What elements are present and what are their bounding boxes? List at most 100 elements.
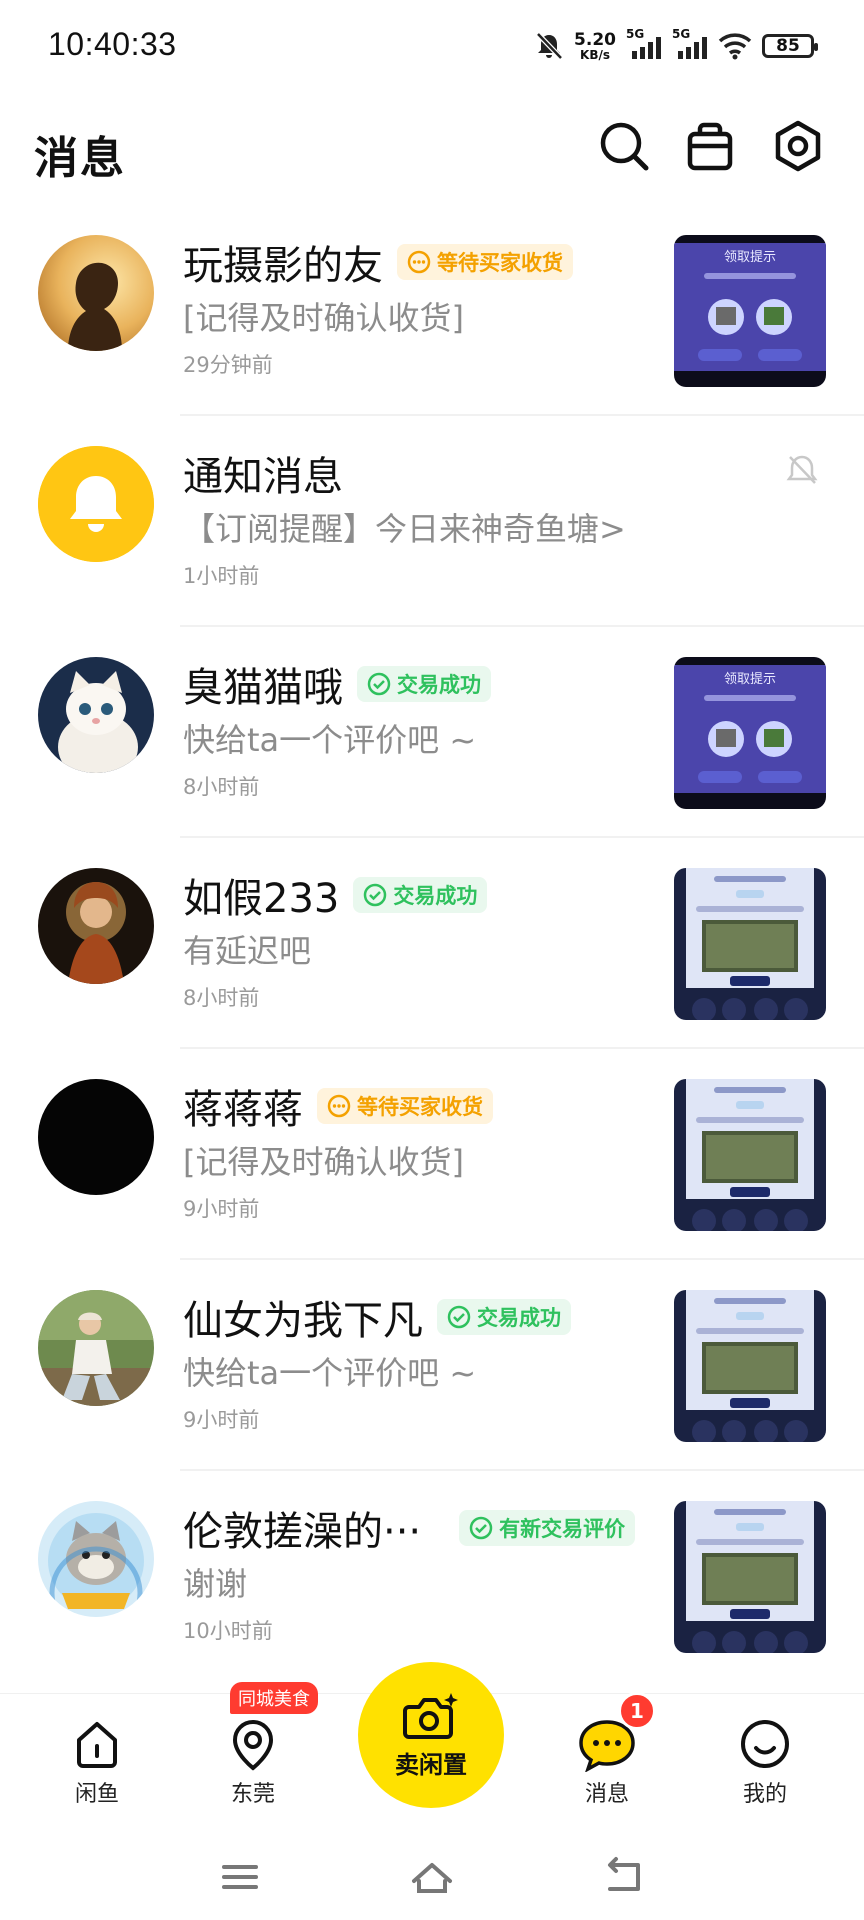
tab-me[interactable]: 我的 [710, 1716, 820, 1808]
message-preview: 【订阅提醒】今日来神奇鱼塘> [183, 510, 626, 548]
name-line: 通知消息 [183, 444, 343, 502]
signal-icon-2: 5G [672, 27, 708, 61]
check-circle-icon [447, 1305, 471, 1329]
bottom-tab-bar: 闲鱼 东莞 同城美食 卖闲置 消息 1 我的 [0, 1662, 864, 1834]
item-thumbnail[interactable]: 领取提示 [674, 235, 826, 387]
status-badge-label: 有新交易评价 [499, 1517, 626, 1541]
signal-label-2: 5G [672, 27, 691, 41]
status-badge-label: 交易成功 [477, 1306, 561, 1330]
conversation-item[interactable]: 玩摄影的友 等待买家收货 [记得及时确认收货] 29分钟前 领取提示 [0, 205, 864, 416]
message-preview: 快给ta一个评价吧 ~ [183, 1354, 477, 1392]
contact-name: 蒋蒋蒋 [183, 1087, 303, 1133]
tab-home-label: 闲鱼 [74, 1782, 119, 1807]
conversation-item[interactable]: 通知消息 【订阅提醒】今日来神奇鱼塘> 1小时前 [0, 416, 864, 627]
status-badge: 交易成功 [357, 666, 491, 702]
smile-face-icon [741, 1720, 789, 1768]
contact-name: 臭猫猫哦 [183, 665, 343, 711]
message-time: 9小时前 [183, 1408, 260, 1432]
sell-button-label: 卖闲置 [395, 1750, 467, 1779]
name-line: 蒋蒋蒋 等待买家收货 [183, 1077, 493, 1135]
settings-icon[interactable] [770, 118, 826, 174]
battery-icon: 85 [762, 34, 818, 58]
thumb-title: 领取提示 [724, 249, 776, 265]
avatar[interactable] [38, 446, 154, 562]
check-circle-icon [364, 883, 387, 907]
message-preview: 快给ta一个评价吧 ~ [183, 721, 477, 759]
back-icon[interactable] [594, 1847, 654, 1907]
check-circle-icon [367, 672, 391, 696]
conversation-item[interactable]: 如假233 交易成功 有延迟吧 8小时前 [0, 838, 864, 1049]
message-time: 1小时前 [183, 564, 260, 588]
status-badge: 交易成功 [437, 1299, 571, 1335]
check-circle-icon [469, 1516, 493, 1540]
conversation-item[interactable]: 臭猫猫哦 交易成功 快给ta一个评价吧 ~ 8小时前 领取提示 [0, 627, 864, 838]
system-nav-bar [0, 1833, 864, 1920]
conversation-item[interactable]: 伦敦搓澡的··· 有新交易评价 谢谢 10小时前 [0, 1471, 864, 1682]
message-time: 10小时前 [183, 1619, 273, 1643]
message-time: 9小时前 [183, 1197, 260, 1221]
status-badge: 交易成功 [353, 877, 488, 913]
avatar[interactable] [38, 657, 154, 773]
conversation-item[interactable]: 蒋蒋蒋 等待买家收货 [记得及时确认收货] 9小时前 [0, 1049, 864, 1260]
location-pin-icon [232, 1719, 274, 1771]
tab-local-label: 东莞 [230, 1782, 275, 1807]
item-thumbnail[interactable] [674, 868, 826, 1020]
status-badge-label: 交易成功 [397, 673, 481, 697]
conversation-item[interactable]: 仙女为我下凡 交易成功 快给ta一个评价吧 ~ 9小时前 [0, 1260, 864, 1471]
search-icon[interactable] [596, 118, 652, 174]
header: 消息 [0, 100, 864, 200]
tab-messages[interactable]: 消息 [552, 1716, 662, 1808]
conversation-list: 玩摄影的友 等待买家收货 [记得及时确认收货] 29分钟前 领取提示 通知消息 … [0, 205, 864, 1682]
status-badge-label: 等待买家收货 [357, 1095, 483, 1119]
home-nav-icon[interactable] [402, 1847, 462, 1907]
camera-sparkle-icon [403, 1692, 458, 1739]
tab-home[interactable]: 闲鱼 [42, 1716, 152, 1808]
menu-icon[interactable] [210, 1847, 270, 1907]
status-bar: 10:40:33 5.20 KB/s 5G 5G 85 [0, 0, 864, 100]
avatar[interactable] [38, 1079, 154, 1195]
status-badge: 有新交易评价 [459, 1510, 636, 1546]
mute-notification-icon [786, 455, 818, 484]
local-promo-badge[interactable]: 同城美食 [230, 1682, 318, 1714]
status-badge: 等待买家收货 [397, 244, 573, 280]
message-preview: [记得及时确认收货] [183, 299, 464, 337]
name-line: 玩摄影的友 等待买家收货 [183, 233, 573, 291]
item-thumbnail[interactable] [674, 1501, 826, 1653]
message-time: 8小时前 [183, 775, 260, 799]
page-title: 消息 [34, 133, 126, 184]
status-badge-label: 交易成功 [393, 884, 478, 908]
avatar[interactable] [38, 868, 154, 984]
message-time: 29分钟前 [183, 353, 273, 377]
message-preview: [记得及时确认收货] [183, 1143, 464, 1181]
unread-count-badge: 1 [618, 1692, 656, 1730]
message-preview: 有延迟吧 [183, 932, 312, 970]
item-thumbnail[interactable]: 领取提示 [674, 657, 826, 809]
shop-bag-icon[interactable] [682, 118, 738, 174]
net-speed-unit: KB/s [580, 47, 611, 62]
contact-name: 伦敦搓澡的··· [183, 1509, 422, 1555]
signal-icon-1: 5G [626, 27, 662, 61]
name-line: 如假233 交易成功 [183, 866, 488, 924]
wifi-icon [718, 33, 752, 60]
thumb-title: 领取提示 [724, 671, 776, 687]
home-icon [77, 1722, 117, 1768]
avatar[interactable] [38, 235, 154, 351]
mute-bell-icon [536, 32, 563, 60]
sell-button[interactable]: 卖闲置 [358, 1662, 504, 1808]
bell-icon [38, 446, 154, 562]
signal-label-1: 5G [626, 27, 645, 41]
tab-local[interactable]: 东莞 [198, 1716, 308, 1808]
contact-name: 玩摄影的友 [183, 243, 383, 289]
contact-name: 如假233 [183, 876, 340, 922]
net-speed-value: 5.20 [574, 29, 616, 50]
avatar[interactable] [38, 1290, 154, 1406]
item-thumbnail[interactable] [674, 1079, 826, 1231]
status-time: 10:40:33 [48, 26, 177, 62]
tab-messages-label: 消息 [584, 1782, 629, 1807]
avatar[interactable] [38, 1501, 154, 1617]
status-badge: 等待买家收货 [317, 1088, 493, 1124]
item-thumbnail[interactable] [674, 1290, 826, 1442]
message-time: 8小时前 [183, 986, 260, 1010]
name-line: 伦敦搓澡的··· 有新交易评价 [183, 1499, 636, 1557]
net-speed: 5.20 KB/s [574, 29, 616, 62]
